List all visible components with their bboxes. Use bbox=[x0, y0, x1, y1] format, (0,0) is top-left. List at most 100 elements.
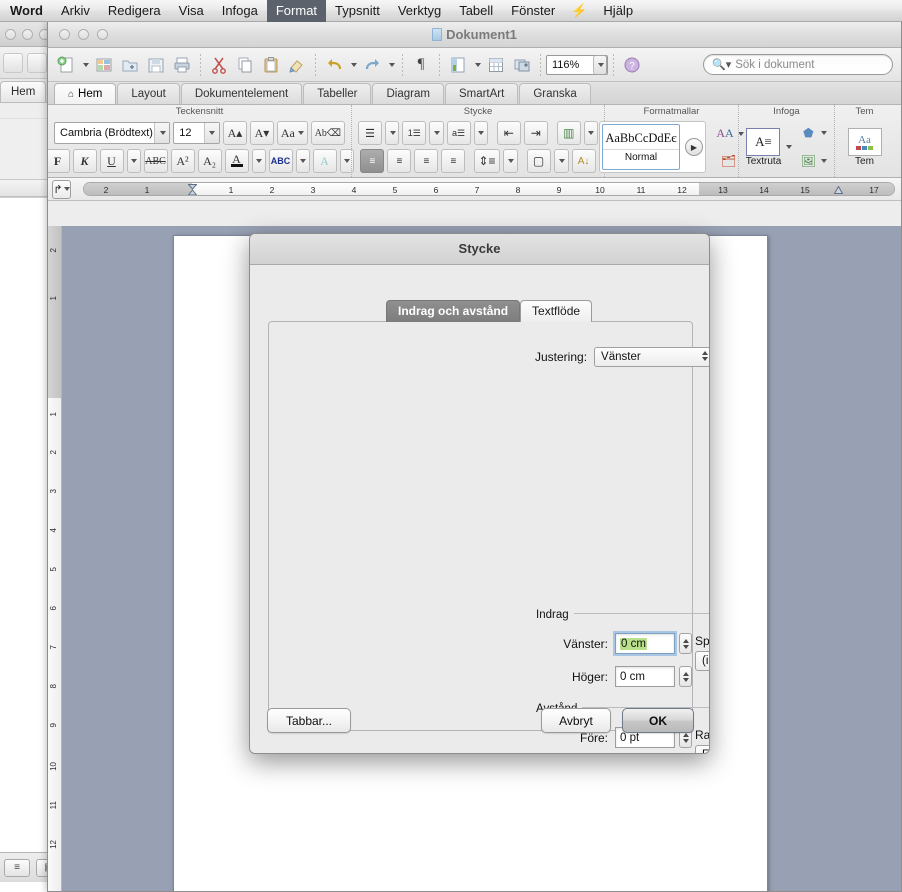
style-normal[interactable]: AaBbCcDdEє Normal bbox=[602, 124, 680, 170]
columns-icon[interactable]: ▥ bbox=[556, 121, 581, 145]
font-color-icon[interactable]: A bbox=[224, 149, 249, 173]
styles-more-icon[interactable]: ▶ bbox=[685, 138, 703, 156]
menu-item-tabell[interactable]: Tabell bbox=[450, 0, 502, 22]
paste-icon[interactable] bbox=[258, 52, 284, 78]
bold-icon[interactable]: F bbox=[48, 149, 70, 173]
subscript-icon[interactable]: A₂ bbox=[197, 149, 222, 173]
textbox-chevron-icon[interactable] bbox=[786, 145, 793, 149]
styles-pane-icon[interactable]: AA bbox=[713, 122, 737, 146]
font-size-chevron-icon[interactable] bbox=[203, 123, 219, 143]
change-case-icon[interactable]: Aa bbox=[276, 121, 308, 145]
font-name-chevron-icon[interactable] bbox=[154, 123, 170, 143]
align-right-icon[interactable]: ≡ bbox=[414, 149, 439, 173]
tab-smartart[interactable]: SmartArt bbox=[444, 83, 519, 104]
undo-icon[interactable] bbox=[321, 52, 347, 78]
bullet-list-chevron-icon[interactable] bbox=[385, 121, 400, 145]
menu-item-arkiv[interactable]: Arkiv bbox=[52, 0, 99, 22]
ok-button[interactable]: OK bbox=[622, 708, 694, 733]
bullet-list-icon[interactable]: ☰ bbox=[358, 121, 382, 145]
italic-icon[interactable]: K bbox=[72, 149, 97, 173]
shrink-font-icon[interactable]: A▾ bbox=[249, 121, 274, 145]
lightning-icon[interactable]: ⚡ bbox=[564, 0, 594, 22]
cancel-button[interactable]: Avbryt bbox=[541, 708, 611, 733]
line-spacing-icon[interactable]: ⇕≡ bbox=[474, 149, 500, 173]
menu-item-hjalp[interactable]: Hjälp bbox=[594, 0, 642, 22]
underline-chevron-icon[interactable] bbox=[126, 149, 141, 173]
indent-left-input[interactable]: 0 cm bbox=[613, 631, 677, 656]
search-input[interactable]: 🔍▾ Sök i dokument bbox=[703, 54, 893, 75]
cut-icon[interactable] bbox=[206, 52, 232, 78]
help-icon[interactable]: ? bbox=[619, 52, 645, 78]
borders-chevron-icon[interactable] bbox=[553, 149, 569, 173]
numbered-list-chevron-icon[interactable] bbox=[429, 121, 444, 145]
window-titlebar[interactable]: Dokument1 bbox=[48, 22, 901, 48]
multilevel-list-chevron-icon[interactable] bbox=[473, 121, 488, 145]
sidebar-chevron-icon[interactable] bbox=[471, 52, 483, 78]
numbered-list-icon[interactable]: 1☰ bbox=[402, 121, 427, 145]
close-icon[interactable] bbox=[5, 29, 16, 40]
format-painter-icon[interactable] bbox=[284, 52, 310, 78]
picture-icon[interactable]: 🖼 bbox=[796, 149, 820, 173]
indent-left-stepper[interactable] bbox=[679, 633, 692, 654]
tabs-button[interactable]: Tabbar... bbox=[267, 708, 351, 733]
open-folder-icon[interactable] bbox=[117, 52, 143, 78]
media-browser-icon[interactable] bbox=[509, 52, 535, 78]
sidebar-panel-icon[interactable] bbox=[445, 52, 471, 78]
menu-item-fonster[interactable]: Fönster bbox=[502, 0, 564, 22]
tab-indrag-och-avstand[interactable]: Indrag och avstånd bbox=[386, 300, 521, 322]
tab-granska[interactable]: Granska bbox=[519, 83, 591, 104]
increase-indent-icon[interactable]: ⇥ bbox=[523, 121, 548, 145]
copy-icon[interactable] bbox=[232, 52, 258, 78]
strikethrough-icon[interactable]: ABC bbox=[143, 149, 168, 173]
background-tab-hem[interactable]: Hem bbox=[0, 81, 47, 102]
clear-formatting-icon[interactable]: Ab⌫ bbox=[310, 121, 345, 145]
tab-textflode[interactable]: Textflöde bbox=[520, 300, 593, 322]
line-spacing-chevron-icon[interactable] bbox=[502, 149, 518, 173]
document-gallery-icon[interactable] bbox=[91, 52, 117, 78]
save-icon[interactable] bbox=[143, 52, 169, 78]
redo-chevron-icon[interactable] bbox=[385, 52, 397, 78]
font-color-chevron-icon[interactable] bbox=[251, 149, 266, 173]
themes-button[interactable]: Aa Tem bbox=[847, 127, 882, 167]
horizontal-ruler[interactable]: 2 1 1 2 3 4 5 6 7 8 9 10 11 12 13 14 15 … bbox=[83, 182, 895, 196]
borders-icon[interactable]: ▢ bbox=[526, 149, 551, 173]
tab-diagram[interactable]: Diagram bbox=[372, 83, 444, 104]
minimize-icon[interactable] bbox=[22, 29, 33, 40]
indent-marker-left[interactable] bbox=[187, 184, 198, 195]
menu-item-visa[interactable]: Visa bbox=[170, 0, 213, 22]
indent-right-input[interactable]: 0 cm bbox=[615, 666, 675, 687]
menu-item-format[interactable]: Format bbox=[266, 0, 327, 22]
tab-dokumentelement[interactable]: Dokumentelement bbox=[180, 83, 303, 104]
indent-special-select[interactable]: (inget) bbox=[695, 651, 709, 671]
alignment-select[interactable]: Vänster bbox=[594, 347, 709, 367]
align-justify-icon[interactable]: ≡ bbox=[441, 149, 466, 173]
text-effects-icon[interactable]: A bbox=[312, 149, 337, 173]
highlight-icon[interactable]: ABC bbox=[268, 149, 293, 173]
vertical-ruler[interactable]: 2 1 1 2 3 4 5 6 7 8 9 10 11 12 bbox=[48, 226, 62, 891]
underline-icon[interactable]: U bbox=[99, 149, 124, 173]
tab-tabeller[interactable]: Tabeller bbox=[303, 83, 372, 104]
indent-marker-right[interactable] bbox=[833, 185, 844, 195]
highlight-chevron-icon[interactable] bbox=[295, 149, 310, 173]
zoom-input[interactable]: 116% bbox=[546, 54, 608, 75]
new-document-chevron-icon[interactable] bbox=[79, 52, 91, 78]
menu-item-word[interactable]: Word bbox=[0, 0, 52, 22]
menu-item-infoga[interactable]: Infoga bbox=[213, 0, 267, 22]
tab-stop-selector[interactable]: ↱ bbox=[52, 179, 71, 199]
open-icon[interactable] bbox=[27, 52, 47, 73]
menu-item-redigera[interactable]: Redigera bbox=[99, 0, 170, 22]
zoom-stepper[interactable] bbox=[593, 54, 607, 75]
new-document-icon[interactable] bbox=[53, 52, 79, 78]
view-draft-icon[interactable]: ≡ bbox=[4, 858, 30, 877]
styles-gallery[interactable]: AaBbCcDdEє Normal ▶ bbox=[599, 121, 706, 173]
tab-hem[interactable]: ⌂ Hem bbox=[54, 83, 117, 104]
print-icon[interactable] bbox=[169, 52, 195, 78]
show-formatting-marks-icon[interactable]: ¶ bbox=[408, 52, 434, 78]
superscript-icon[interactable]: A² bbox=[170, 149, 195, 173]
decrease-indent-icon[interactable]: ⇤ bbox=[496, 121, 521, 145]
picture-chevron-icon[interactable] bbox=[821, 159, 828, 163]
multilevel-list-icon[interactable]: a☰ bbox=[446, 121, 471, 145]
align-left-icon[interactable]: ≡ bbox=[360, 149, 385, 173]
menu-item-typsnitt[interactable]: Typsnitt bbox=[326, 0, 389, 22]
grow-font-icon[interactable]: A▴ bbox=[222, 121, 247, 145]
